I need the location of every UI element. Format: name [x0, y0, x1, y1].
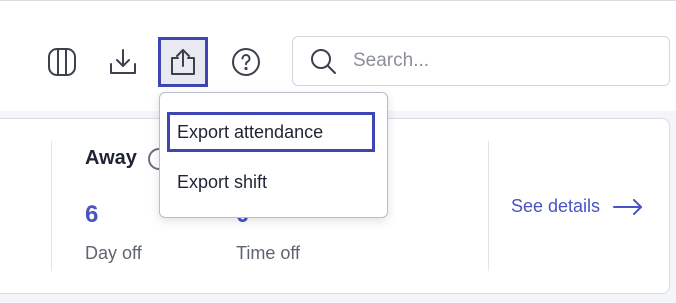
arrow-right-icon [613, 198, 643, 215]
download-icon [110, 49, 136, 74]
day-off-value: 6 [85, 201, 99, 228]
see-details-label: See details [511, 196, 601, 216]
time-off-label: Time off [236, 243, 301, 263]
divider [488, 141, 489, 271]
divider [51, 141, 52, 271]
menu-item-export-shift[interactable]: Export shift [167, 162, 375, 202]
see-details-link[interactable]: See details [511, 196, 644, 217]
columns-icon [48, 48, 76, 76]
help-button[interactable] [221, 37, 271, 87]
day-off-label: Day off [85, 243, 142, 263]
share-export-icon [171, 49, 195, 75]
menu-item-export-attendance[interactable]: Export attendance [167, 112, 375, 152]
help-icon [232, 48, 260, 76]
export-button[interactable] [158, 37, 208, 87]
search-icon [311, 49, 336, 74]
export-dropdown-menu: Export attendance Export shift [159, 92, 388, 218]
section-title: Away [85, 147, 137, 169]
download-button[interactable] [98, 37, 148, 87]
search-input[interactable] [351, 49, 635, 73]
columns-toggle-button[interactable] [37, 37, 87, 87]
search-box[interactable] [292, 36, 670, 86]
